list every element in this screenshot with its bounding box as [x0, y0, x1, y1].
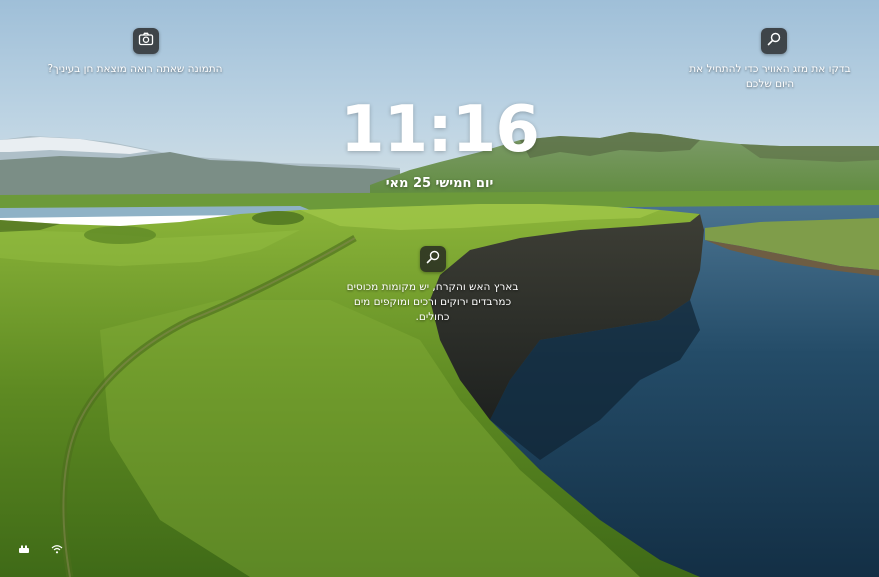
wifi-icon[interactable] — [50, 543, 64, 555]
search-icon — [766, 31, 782, 51]
like-picture-prompt[interactable]: התמונה שאתה רואה מוצאת חן בעיניך? — [40, 62, 230, 77]
lock-screen: התמונה שאתה רואה מוצאת חן בעיניך? בדקו א… — [0, 0, 879, 577]
search-icon — [425, 249, 441, 269]
picture-info-button[interactable] — [420, 246, 446, 272]
network-icon[interactable] — [17, 543, 31, 555]
weather-info-line-2: היום שלכם — [745, 78, 795, 90]
picture-info-line-2: כמרבדים ירוקים ורכים ומוקפים מים — [353, 296, 512, 308]
weather-info-text[interactable]: בדקו את מזג האוויר כדי להתחיל את היום של… — [680, 62, 860, 92]
picture-info-text[interactable]: בארץ האש והקרח, יש מקומות מכוסים כמרבדים… — [340, 280, 525, 325]
picture-info-line-3: כחולים. — [415, 311, 450, 323]
weather-info-button[interactable] — [761, 28, 787, 54]
lock-screen-date: יום חמישי 25 מאי — [385, 176, 494, 191]
like-picture-button[interactable] — [133, 28, 159, 54]
picture-info-line-1: בארץ האש והקרח, יש מקומות מכוסים — [346, 281, 519, 293]
camera-icon — [138, 31, 154, 51]
lock-screen-clock: 11:16 — [340, 93, 540, 167]
weather-info-line-1: בדקו את מזג האוויר כדי להתחיל את — [689, 63, 851, 75]
